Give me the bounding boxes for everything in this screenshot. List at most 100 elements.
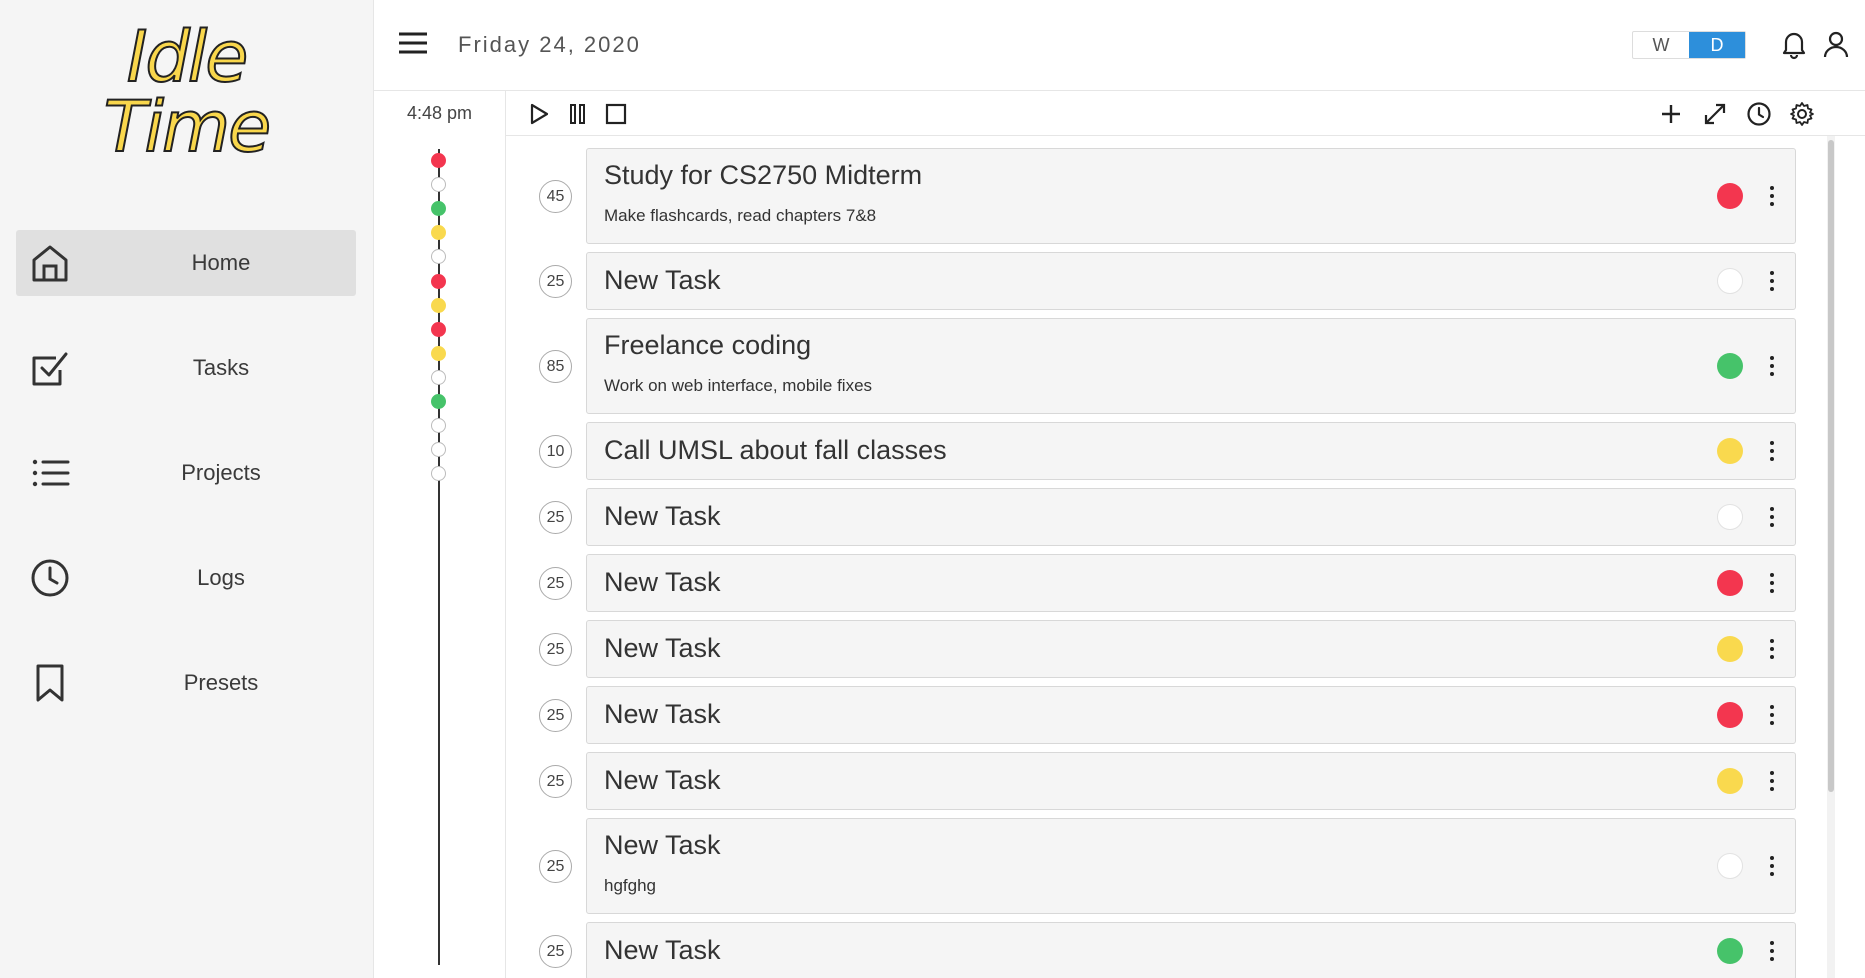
more-options-icon[interactable] [1767,573,1777,595]
logo-line-1: Idle [126,16,250,98]
task-priority-dot[interactable] [1717,570,1743,596]
expand-icon[interactable] [1702,101,1728,127]
clock-icon [30,558,70,598]
task-title: New Task [604,935,721,965]
task-title: Study for CS2750 Midterm [604,160,923,190]
task-row: 10 Call UMSL about fall classes [506,422,1796,480]
timeline-dot [431,466,446,482]
sidebar-item-presets[interactable]: Presets [16,650,356,716]
task-card[interactable]: Call UMSL about fall classes [586,422,1796,480]
task-priority-dot[interactable] [1717,636,1743,662]
task-row: 25 New Task [506,620,1796,678]
timeline-dot [431,442,446,458]
task-priority-dot[interactable] [1717,504,1743,530]
sidebar-item-label: Presets [183,670,259,695]
week-view-button[interactable]: W [1633,32,1689,58]
task-row: 25 New Task [506,752,1796,810]
task-toolbar [506,91,1865,136]
task-duration-badge: 45 [539,179,572,213]
stop-icon[interactable] [603,101,629,127]
timeline-dot [431,177,446,193]
timeline-dot [431,225,446,241]
sidebar-item-label: Projects [181,460,261,485]
sidebar-nav: Home Tasks Projects Logs Presets [16,230,356,755]
day-view-button[interactable]: D [1689,32,1745,58]
task-row: 25 New Task [506,554,1796,612]
more-options-icon[interactable] [1767,271,1777,293]
history-clock-icon[interactable] [1746,101,1772,127]
task-card[interactable]: New Task [586,922,1796,978]
task-duration-badge: 25 [539,764,572,798]
task-row: 25 New Task [506,488,1796,546]
current-date: Friday 24, 2020 [458,32,641,57]
sidebar-item-label: Home [191,250,251,275]
task-duration-badge: 25 [539,849,572,883]
timeline-dot [431,394,446,409]
sidebar-item-projects[interactable]: Projects [16,440,356,506]
scrollbar-thumb[interactable] [1828,140,1834,792]
task-duration-badge: 25 [539,632,572,666]
task-card[interactable]: New Task [586,752,1796,810]
more-options-icon[interactable] [1767,356,1777,378]
app-logo[interactable]: Idle Time [0,16,373,172]
task-title: New Task [604,265,721,295]
task-card[interactable]: New Task [586,252,1796,310]
task-card[interactable]: New Task [586,488,1796,546]
timeline-dot [431,297,446,313]
task-priority-dot[interactable] [1717,353,1743,379]
more-options-icon[interactable] [1767,856,1777,878]
more-options-icon[interactable] [1767,941,1777,963]
task-priority-dot[interactable] [1717,853,1743,879]
timeline-column: 4:48 pm [374,91,506,978]
logo-line-2: Time [103,86,272,168]
task-row: 25 New Task hgfghg [506,818,1796,914]
bell-icon[interactable] [1778,28,1810,60]
sidebar-item-tasks[interactable]: Tasks [16,335,356,401]
task-priority-dot[interactable] [1717,938,1743,964]
timeline-dot [431,153,446,168]
timeline-dot [431,273,446,289]
settings-gear-icon[interactable] [1789,101,1815,127]
task-card[interactable]: New Task [586,554,1796,612]
task-title: New Task [604,633,721,663]
timeline-dot [431,418,446,434]
task-card[interactable]: New Task hgfghg [586,818,1796,914]
pause-icon[interactable] [565,101,591,127]
user-icon[interactable] [1820,28,1852,60]
add-icon[interactable] [1658,101,1684,127]
timeline-dot [431,249,446,265]
task-title: Freelance coding [604,330,812,360]
more-options-icon[interactable] [1767,705,1777,727]
play-icon[interactable] [526,101,552,127]
list-icon [30,453,70,493]
timeline-line [438,149,440,965]
bookmark-icon [30,663,70,703]
more-options-icon[interactable] [1767,507,1777,529]
task-list: 45 Study for CS2750 Midterm Make flashcard… [506,136,1865,978]
hamburger-menu-icon[interactable] [398,31,428,55]
more-options-icon[interactable] [1767,186,1777,208]
task-title: New Task [604,830,721,860]
sidebar-item-logs[interactable]: Logs [16,545,356,611]
home-icon [30,243,70,283]
task-duration-badge: 25 [539,566,572,600]
task-subtitle: hgfghg [604,876,656,895]
task-title: New Task [604,699,721,729]
more-options-icon[interactable] [1767,639,1777,661]
task-card[interactable]: Freelance coding Work on web interface, m… [586,318,1796,414]
task-card[interactable]: New Task [586,620,1796,678]
timeline-dot [431,201,446,217]
checkbox-icon [30,348,70,388]
sidebar-item-label: Logs [197,565,245,590]
task-priority-dot[interactable] [1717,183,1743,209]
task-card[interactable]: New Task [586,686,1796,744]
task-card[interactable]: Study for CS2750 Midterm Make flashcards,… [586,148,1796,244]
task-priority-dot[interactable] [1717,768,1743,794]
more-options-icon[interactable] [1767,441,1777,463]
task-priority-dot[interactable] [1717,438,1743,464]
task-title: New Task [604,501,721,531]
more-options-icon[interactable] [1767,771,1777,793]
task-priority-dot[interactable] [1717,702,1743,728]
sidebar-item-home[interactable]: Home [16,230,356,296]
task-priority-dot[interactable] [1717,268,1743,294]
